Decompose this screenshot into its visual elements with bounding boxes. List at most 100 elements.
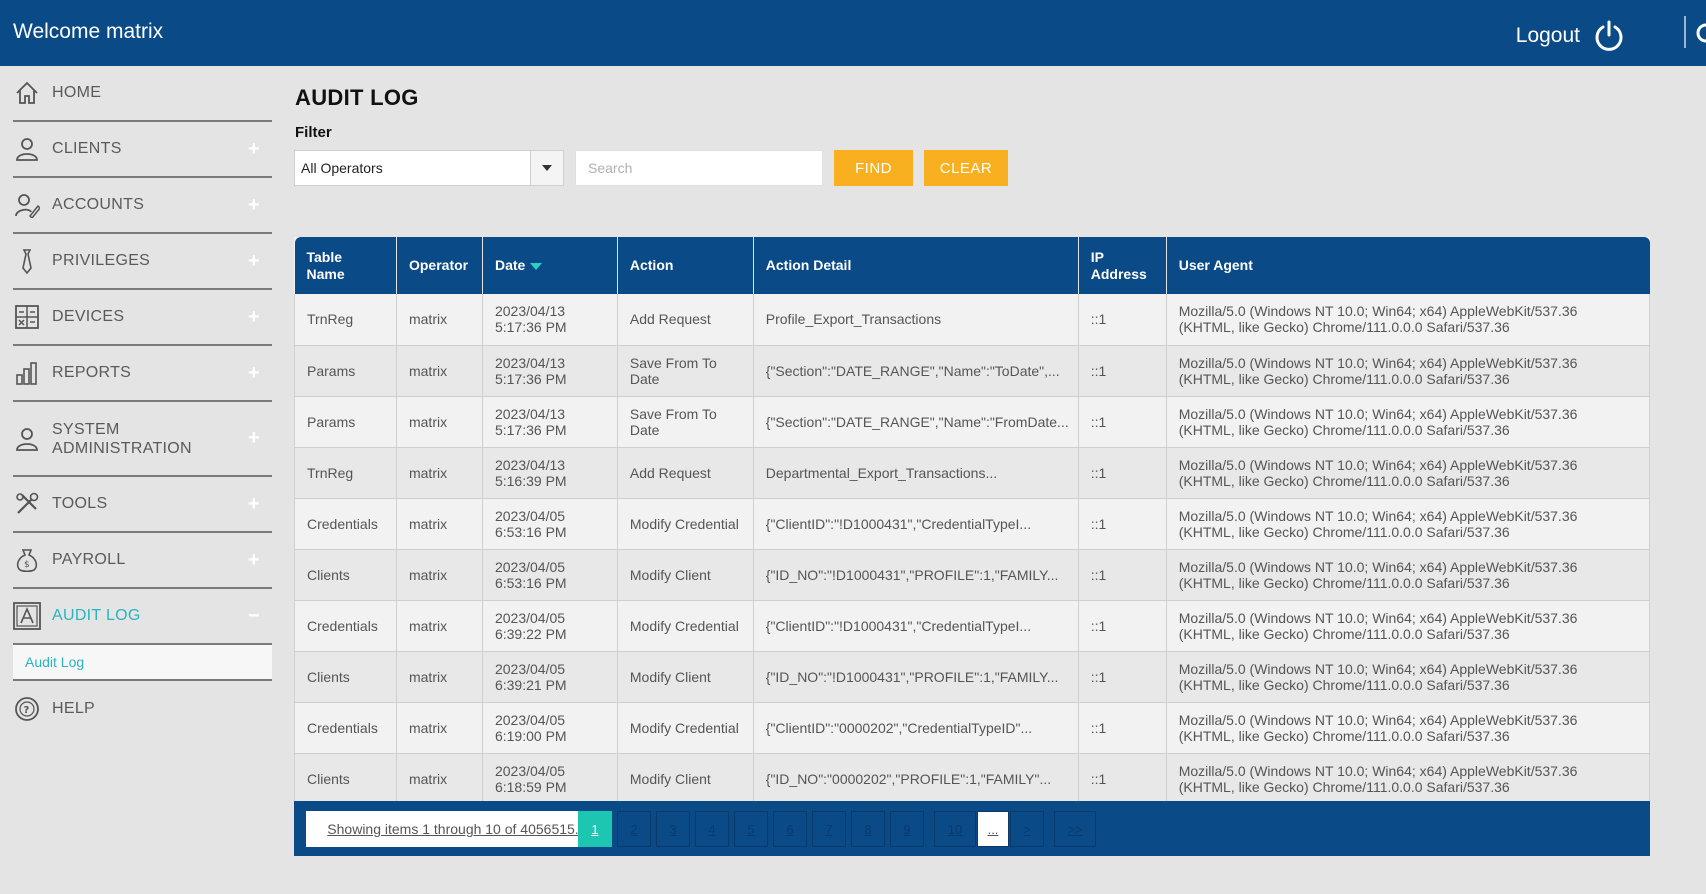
action-detail-cell: Profile_Export_Transactions	[753, 294, 1079, 346]
sidebar-item-help[interactable]: ? HELP	[13, 681, 272, 737]
expand-icon[interactable]: +	[248, 362, 260, 385]
date-cell: 2023/04/05 6:39:21 PM	[482, 651, 618, 703]
user-agent-cell: Mozilla/5.0 (Windows NT 10.0; Win64; x64…	[1166, 294, 1651, 346]
page-button-1[interactable]: 1	[578, 811, 612, 847]
action-cell: Modify Client	[617, 753, 754, 805]
table-row[interactable]: Credentials matrix 2023/04/05 6:39:22 PM Mo…	[294, 600, 1651, 652]
sidebar-item-reports[interactable]: REPORTS +	[13, 346, 272, 402]
table-row[interactable]: Params matrix 2023/04/13 5:17:36 PM Save Fr…	[294, 345, 1651, 397]
table-row[interactable]: TrnReg matrix 2023/04/13 5:16:39 PM Add Req…	[294, 447, 1651, 499]
date-cell: 2023/04/05 6:19:00 PM	[482, 702, 618, 754]
svg-text:?: ?	[24, 705, 30, 716]
page-button-2[interactable]: 2	[617, 811, 651, 847]
action-detail-cell: {"ClientID":"0000202","CredentialTypeID"…	[753, 702, 1079, 754]
action-cell: Add Request	[617, 447, 754, 499]
action-cell: Modify Credential	[617, 600, 754, 652]
operator-select[interactable]: All Operators	[294, 150, 564, 186]
expand-icon[interactable]: +	[248, 306, 260, 329]
ip-address-cell: ::1	[1078, 345, 1167, 397]
date-cell: 2023/04/13 5:17:36 PM	[482, 294, 618, 346]
user-agent-cell: Mozilla/5.0 (Windows NT 10.0; Win64; x64…	[1166, 651, 1651, 703]
column-header-ip-address[interactable]: IP Address	[1078, 237, 1167, 294]
sidebar-item-devices[interactable]: DEVICES +	[13, 290, 272, 346]
sidebar-item-tools[interactable]: TOOLS +	[13, 477, 272, 533]
ip-address-cell: ::1	[1078, 294, 1167, 346]
date-cell: 2023/04/05 6:53:16 PM	[482, 498, 618, 550]
action-detail-cell: {"ID_NO":"0000202","PROFILE":1,"FAMILY".…	[753, 753, 1079, 805]
user-agent-cell: Mozilla/5.0 (Windows NT 10.0; Win64; x64…	[1166, 702, 1651, 754]
column-header-user-agent[interactable]: User Agent	[1166, 237, 1649, 294]
collapse-icon[interactable]: −	[248, 605, 260, 628]
operator-cell: matrix	[396, 396, 483, 448]
clear-button[interactable]: CLEAR	[924, 150, 1008, 186]
user-edit-icon	[13, 191, 41, 219]
page-button-9[interactable]: 9	[890, 811, 924, 847]
sidebar-item-label: REPORTS	[52, 364, 132, 381]
operator-cell: matrix	[396, 345, 483, 397]
ip-address-cell: ::1	[1078, 753, 1167, 805]
page-button-3[interactable]: 3	[656, 811, 690, 847]
last-page-button[interactable]: >>	[1054, 811, 1096, 847]
table-row[interactable]: Clients matrix 2023/04/05 6:39:21 PM Modify…	[294, 651, 1651, 703]
sidebar-item-system-administration[interactable]: SYSTEM ADMINISTRATION +	[13, 402, 272, 477]
filter-label: Filter	[295, 124, 332, 141]
user-agent-cell: Mozilla/5.0 (Windows NT 10.0; Win64; x64…	[1166, 396, 1651, 448]
table-row[interactable]: TrnReg matrix 2023/04/13 5:17:36 PM Add Req…	[294, 294, 1651, 346]
next-page-button[interactable]: >	[1010, 811, 1044, 847]
page-button-8[interactable]: 8	[851, 811, 885, 847]
logout-button[interactable]: Logout	[1516, 19, 1626, 53]
action-detail-cell: {"ClientID":"!D1000431","CredentialTypeI…	[753, 600, 1079, 652]
sidebar-item-clients[interactable]: CLIENTS +	[13, 122, 272, 178]
table-row[interactable]: Params matrix 2023/04/13 5:17:36 PM Save Fr…	[294, 396, 1651, 448]
page-button-6[interactable]: 6	[773, 811, 807, 847]
sidebar-item-payroll[interactable]: $ PAYROLL +	[13, 533, 272, 589]
page-button-5[interactable]: 5	[734, 811, 768, 847]
page-button-10[interactable]: 10	[934, 811, 976, 847]
sidebar-item-label: TOOLS	[52, 495, 108, 512]
sidebar-item-accounts[interactable]: ACCOUNTS +	[13, 178, 272, 234]
expand-icon[interactable]: +	[248, 194, 260, 217]
column-header-table-name[interactable]: Table Name	[294, 237, 397, 294]
sidebar-item-label: HOME	[52, 84, 102, 101]
table-row[interactable]: Clients matrix 2023/04/05 6:53:16 PM Modify…	[294, 549, 1651, 601]
sidebar-subitem-audit-log[interactable]: Audit Log	[13, 645, 272, 681]
ip-address-cell: ::1	[1078, 396, 1167, 448]
ip-address-cell: ::1	[1078, 702, 1167, 754]
expand-icon[interactable]: +	[248, 549, 260, 572]
user-agent-cell: Mozilla/5.0 (Windows NT 10.0; Win64; x64…	[1166, 498, 1651, 550]
settings-icon[interactable]	[1692, 20, 1706, 46]
operator-cell: matrix	[396, 651, 483, 703]
action-detail-cell: {"ID_NO":"!D1000431","PROFILE":1,"FAMILY…	[753, 549, 1079, 601]
column-header-action-detail[interactable]: Action Detail	[753, 237, 1079, 294]
action-cell: Modify Credential	[617, 498, 754, 550]
page-button-4[interactable]: 4	[695, 811, 729, 847]
pager-info: Showing items 1 through 10 of 4056515.	[306, 811, 600, 847]
expand-icon[interactable]: +	[248, 493, 260, 516]
expand-icon[interactable]: +	[248, 138, 260, 161]
ip-address-cell: ::1	[1078, 651, 1167, 703]
table-row[interactable]: Credentials matrix 2023/04/05 6:19:00 PM Mo…	[294, 702, 1651, 754]
ip-address-cell: ::1	[1078, 600, 1167, 652]
sidebar-item-audit-log[interactable]: AUDIT LOG −	[13, 589, 272, 645]
sidebar-item-label: PRIVILEGES	[52, 252, 151, 269]
date-cell: 2023/04/13 5:16:39 PM	[482, 447, 618, 499]
sidebar-item-label: HELP	[52, 700, 95, 717]
audit-table: Table Name Operator Date Action Action D…	[294, 237, 1651, 805]
sidebar: HOME CLIENTS + ACCOUNTS + PRIVILEGES + D…	[13, 66, 272, 737]
find-button[interactable]: FIND	[834, 150, 913, 186]
ip-address-cell: ::1	[1078, 447, 1167, 499]
sidebar-item-home[interactable]: HOME	[13, 66, 272, 122]
column-header-date[interactable]: Date	[482, 237, 618, 294]
page-button-7[interactable]: 7	[812, 811, 846, 847]
sidebar-item-privileges[interactable]: PRIVILEGES +	[13, 234, 272, 290]
expand-icon[interactable]: +	[248, 427, 260, 450]
table-row[interactable]: Clients matrix 2023/04/05 6:18:59 PM Modify…	[294, 753, 1651, 805]
expand-icon[interactable]: +	[248, 250, 260, 273]
column-header-operator[interactable]: Operator	[396, 237, 483, 294]
chevron-down-icon[interactable]	[530, 151, 563, 185]
more-pages-button[interactable]: ...	[977, 811, 1009, 847]
date-cell: 2023/04/13 5:17:36 PM	[482, 396, 618, 448]
table-row[interactable]: Credentials matrix 2023/04/05 6:53:16 PM Mo…	[294, 498, 1651, 550]
search-input[interactable]	[575, 150, 823, 186]
column-header-action[interactable]: Action	[617, 237, 754, 294]
